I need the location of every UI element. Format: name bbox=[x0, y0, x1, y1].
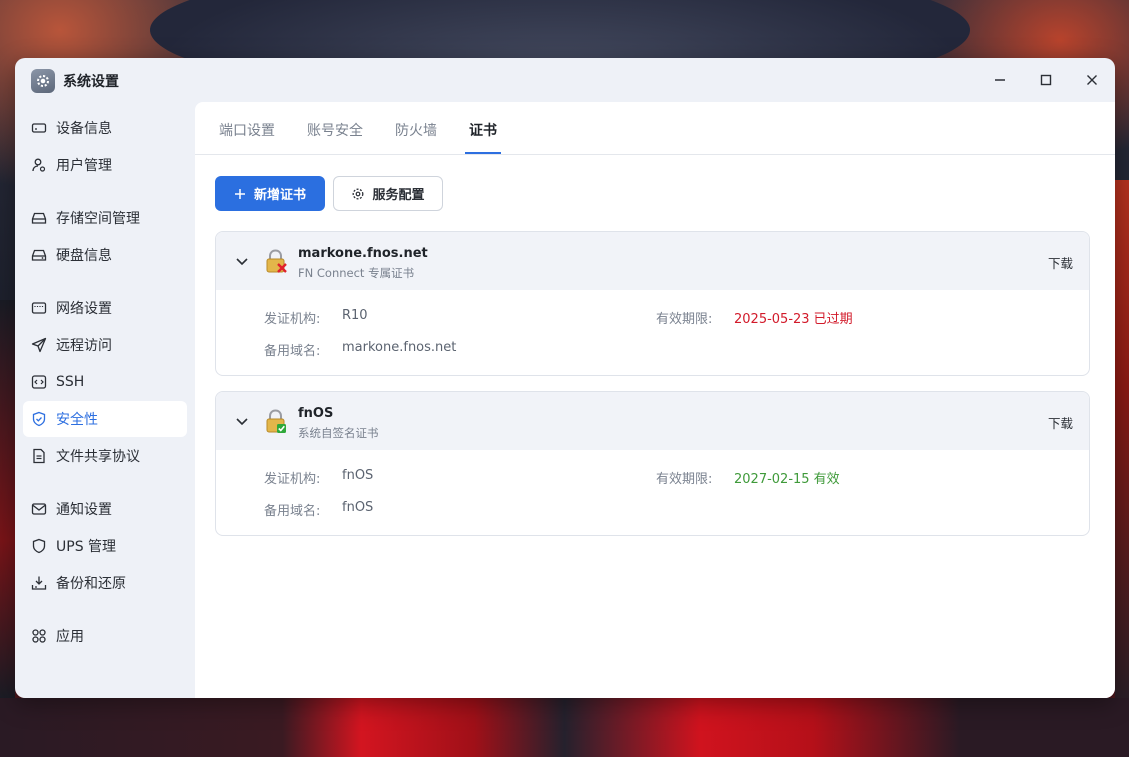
mail-icon bbox=[31, 501, 47, 517]
window-title: 系统设置 bbox=[63, 74, 119, 90]
sidebar-item-disk-info[interactable]: 硬盘信息 bbox=[23, 237, 187, 273]
service-config-button[interactable]: 服务配置 bbox=[333, 176, 443, 211]
apps-icon bbox=[31, 628, 47, 644]
close-button[interactable] bbox=[1077, 66, 1107, 94]
lock-valid-icon bbox=[266, 409, 286, 433]
active-tab-indicator bbox=[465, 152, 501, 154]
add-certificate-button[interactable]: 新增证书 bbox=[215, 176, 325, 211]
close-icon bbox=[1087, 75, 1097, 85]
sidebar-item-label: 硬盘信息 bbox=[56, 248, 112, 264]
certificate-name: markone.fnos.net bbox=[298, 246, 428, 261]
sidebar-item-label: UPS 管理 bbox=[56, 539, 117, 555]
tab-firewall[interactable]: 防火墙 bbox=[395, 120, 437, 140]
network-icon bbox=[31, 300, 47, 316]
tab-port-settings[interactable]: 端口设置 bbox=[219, 120, 275, 140]
tab-certificates[interactable]: 证书 bbox=[469, 120, 497, 140]
shield-check-icon bbox=[31, 411, 47, 427]
maximize-button[interactable] bbox=[1031, 66, 1061, 94]
sidebar-item-network[interactable]: 网络设置 bbox=[23, 290, 187, 326]
alt-domain-label: 备用域名: bbox=[264, 344, 321, 359]
sidebar-item-ssh[interactable]: SSH bbox=[23, 364, 187, 400]
sidebar-item-user-management[interactable]: 用户管理 bbox=[23, 147, 187, 183]
sidebar-item-label: 应用 bbox=[56, 629, 84, 645]
add-certificate-label: 新增证书 bbox=[253, 188, 306, 203]
certificate-card-header[interactable]: fnOS 系统自签名证书 下载 bbox=[216, 392, 1089, 450]
wallpaper-edge-left bbox=[0, 300, 15, 700]
sidebar-item-label: 用户管理 bbox=[56, 158, 112, 174]
send-icon bbox=[31, 337, 47, 353]
sidebar-item-ups[interactable]: UPS 管理 bbox=[23, 528, 187, 564]
validity-label: 有效期限: bbox=[656, 312, 713, 327]
disk-icon bbox=[31, 247, 47, 263]
download-link[interactable]: 下载 bbox=[1048, 413, 1073, 432]
tab-bar: 端口设置 账号安全 防火墙 证书 bbox=[195, 102, 1115, 155]
sidebar-item-file-sharing[interactable]: 文件共享协议 bbox=[23, 438, 187, 474]
certificate-card: markone.fnos.net FN Connect 专属证书 下载 发证机构… bbox=[215, 231, 1090, 376]
sidebar-item-notifications[interactable]: 通知设置 bbox=[23, 491, 187, 527]
storage-icon bbox=[31, 210, 47, 226]
sidebar-item-apps[interactable]: 应用 bbox=[23, 618, 187, 654]
title-bar[interactable]: 系统设置 bbox=[15, 58, 1115, 102]
sidebar-item-device-info[interactable]: 设备信息 bbox=[23, 110, 187, 146]
sidebar: 设备信息 用户管理 存储空间管理 硬盘信息 网络设置 远程访问 SSH 安全性 … bbox=[15, 102, 195, 698]
sidebar-item-label: 存储空间管理 bbox=[56, 211, 140, 227]
alt-domain-value: fnOS bbox=[342, 500, 374, 515]
shield-icon bbox=[31, 538, 47, 554]
certificate-card-header[interactable]: markone.fnos.net FN Connect 专属证书 下载 bbox=[216, 232, 1089, 290]
issuer-value: fnOS bbox=[342, 468, 374, 483]
certificate-card: fnOS 系统自签名证书 下载 发证机构: fnOS 有效期限: 2027-02… bbox=[215, 391, 1090, 536]
download-link[interactable]: 下载 bbox=[1048, 253, 1073, 272]
wallpaper-edge-right bbox=[1115, 180, 1129, 700]
issuer-label: 发证机构: bbox=[264, 472, 321, 487]
sidebar-item-label: 网络设置 bbox=[56, 301, 112, 317]
sidebar-item-label: 设备信息 bbox=[56, 121, 112, 137]
issuer-value: R10 bbox=[342, 308, 368, 323]
plus-icon bbox=[234, 188, 245, 199]
sidebar-item-label: 通知设置 bbox=[56, 502, 112, 518]
sidebar-item-remote-access[interactable]: 远程访问 bbox=[23, 327, 187, 363]
gear-icon bbox=[353, 188, 364, 199]
certificate-subtitle: FN Connect 专属证书 bbox=[298, 266, 415, 280]
minimize-button[interactable] bbox=[985, 66, 1015, 94]
device-icon bbox=[31, 120, 47, 136]
file-icon bbox=[31, 448, 47, 464]
maximize-icon bbox=[1040, 74, 1052, 86]
validity-value-valid: 2027-02-15 有效 bbox=[734, 472, 840, 487]
certificate-subtitle: 系统自签名证书 bbox=[298, 426, 379, 440]
alt-domain-label: 备用域名: bbox=[264, 504, 321, 519]
sidebar-item-security[interactable]: 安全性 bbox=[23, 401, 187, 437]
sidebar-item-label: 远程访问 bbox=[56, 338, 112, 354]
issuer-label: 发证机构: bbox=[264, 312, 321, 327]
sidebar-item-backup[interactable]: 备份和还原 bbox=[23, 565, 187, 601]
chevron-down-icon[interactable] bbox=[234, 253, 250, 269]
validity-value-expired: 2025-05-23 已过期 bbox=[734, 312, 853, 327]
backup-icon bbox=[31, 575, 47, 591]
users-icon bbox=[31, 157, 47, 173]
sidebar-item-label: 备份和还原 bbox=[56, 576, 126, 592]
ssh-icon bbox=[31, 374, 47, 390]
sidebar-item-label: 文件共享协议 bbox=[56, 449, 140, 465]
sidebar-item-label: SSH bbox=[56, 374, 85, 390]
validity-label: 有效期限: bbox=[656, 472, 713, 487]
sidebar-item-label: 安全性 bbox=[56, 412, 98, 428]
sidebar-item-storage[interactable]: 存储空间管理 bbox=[23, 200, 187, 236]
alt-domain-value: markone.fnos.net bbox=[342, 340, 457, 355]
settings-window: 系统设置 设备信息 用户管理 存储空间管理 硬盘信息 网络设置 远程访问 SSH… bbox=[15, 58, 1115, 698]
minimize-icon bbox=[995, 79, 1005, 81]
tab-account-security[interactable]: 账号安全 bbox=[307, 120, 363, 140]
certificate-name: fnOS bbox=[298, 406, 334, 421]
chevron-down-icon[interactable] bbox=[234, 413, 250, 429]
wallpaper-road bbox=[0, 698, 1129, 757]
content-panel: 端口设置 账号安全 防火墙 证书 新增证书 服务配置 markone.fnos.… bbox=[195, 102, 1115, 698]
lock-expired-icon bbox=[266, 249, 287, 273]
service-config-label: 服务配置 bbox=[372, 188, 425, 203]
settings-gear-icon bbox=[31, 69, 55, 93]
